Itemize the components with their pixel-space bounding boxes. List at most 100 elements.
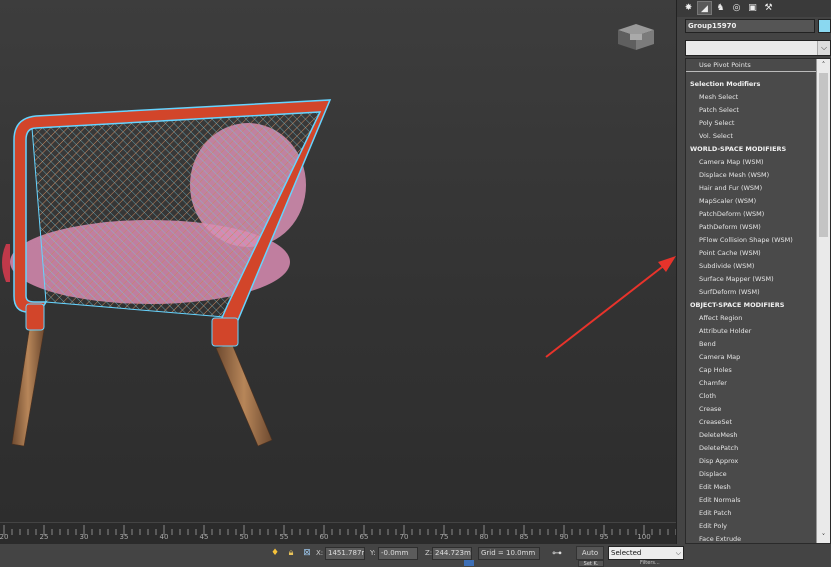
modifier-list-item[interactable]: Chamfer	[686, 377, 817, 390]
leg-joint-left	[25, 303, 45, 331]
modifier-list-item[interactable]: Attribute Holder	[686, 325, 817, 338]
side-cushion-edge	[2, 244, 10, 282]
modifier-list-item[interactable]: Face Extrude	[686, 533, 817, 543]
modifier-category-header: Selection Modifiers	[690, 80, 761, 88]
timeline-tick-label: 75	[439, 533, 449, 541]
modifier-list-item[interactable]: PathDeform (WSM)	[686, 221, 817, 234]
timeline-tick-label: 70	[399, 533, 409, 541]
modifier-list-item[interactable]: Affect Region	[686, 312, 817, 325]
chevron-down-icon[interactable]: ⌵	[817, 41, 830, 55]
modifier-list-item[interactable]: SurfDeform (WSM)	[686, 286, 817, 299]
modifier-list-item[interactable]: Edit Normals	[686, 494, 817, 507]
tab-motion[interactable]: ◎	[729, 1, 744, 15]
timeline-tick-label: 85	[519, 533, 529, 541]
timeline-ticks	[3, 525, 676, 535]
modifier-list-item[interactable]: Displace Mesh (WSM)	[686, 169, 817, 182]
timeline-track-bar[interactable]: 20 25 30 35 40 45 50 55 60 65 70 75 80 85 90 95 100	[0, 522, 676, 544]
modifier-category-header: WORLD-SPACE MODIFIERS	[690, 145, 787, 153]
tab-hierarchy[interactable]: ♞	[713, 1, 728, 15]
front-left-leg	[11, 324, 45, 447]
z-coordinate-field[interactable]: 244.723mm	[432, 547, 472, 560]
absolute-mode-icon[interactable]: ⊠	[302, 548, 312, 559]
set-key-button[interactable]: Set K.	[578, 560, 604, 567]
modifier-list-item[interactable]: Surface Mapper (WSM)	[686, 273, 817, 286]
auto-key-button[interactable]: Auto	[576, 546, 604, 560]
timeline-tick-label: 90	[559, 533, 569, 541]
modifier-list-scrollbar[interactable]: ˄ ˅	[816, 59, 830, 543]
annotation-arrow	[545, 263, 667, 358]
timeline-tick-label: 40	[159, 533, 169, 541]
scrollbar-thumb[interactable]	[819, 73, 828, 237]
command-panel-tabs: ✸ ◢ ♞ ◎ ▣ ⚒	[677, 0, 831, 17]
modifier-list-item[interactable]: CreaseSet	[686, 416, 817, 429]
selection-filter-value: Selected	[611, 549, 642, 557]
isolate-selection-icon[interactable]: ♦	[270, 548, 280, 559]
y-label: Y:	[370, 549, 376, 557]
x-coordinate-field[interactable]: 1451.787m	[325, 547, 365, 560]
modifier-list[interactable]: Use Pivot Points Selection Modifiers Mesh…	[685, 58, 831, 544]
scroll-up-icon[interactable]: ˄	[817, 59, 830, 71]
object-name-field[interactable]: Group15970	[685, 19, 815, 33]
y-coordinate-field[interactable]: -0.0mm	[378, 547, 418, 560]
modifier-list-item[interactable]: Camera Map	[686, 351, 817, 364]
timeline-tick-label: 55	[279, 533, 289, 541]
modifier-list-item[interactable]: Edit Poly	[686, 520, 817, 533]
modifier-list-item[interactable]: Hair and Fur (WSM)	[686, 182, 817, 195]
chevron-down-icon: ⌵	[675, 549, 681, 557]
lock-icon[interactable]: 🔒︎	[286, 548, 296, 559]
status-bar: ♦ 🔒︎ ⊠ X: 1451.787m Y: -0.0mm Z: 244.723…	[0, 544, 831, 567]
time-config-icon[interactable]	[464, 560, 474, 566]
modifier-list-item[interactable]: Edit Patch	[686, 507, 817, 520]
modifier-list-item[interactable]: PFlow Collision Shape (WSM)	[686, 234, 817, 247]
tab-display[interactable]: ▣	[745, 1, 760, 15]
timeline-tick-label: 35	[119, 533, 129, 541]
use-pivot-points-item[interactable]: Use Pivot Points	[686, 59, 817, 72]
timeline-tick-label: 20	[0, 533, 9, 541]
grid-size-display: Grid = 10.0mm	[478, 547, 540, 560]
selection-filter-dropdown[interactable]: Selected ⌵	[608, 546, 684, 560]
modifier-list-item[interactable]: Subdivide (WSM)	[686, 260, 817, 273]
modifier-list-item[interactable]: Crease	[686, 403, 817, 416]
timeline-tick-label: 80	[479, 533, 489, 541]
modifier-list-item[interactable]: Vol. Select	[686, 130, 817, 143]
tab-utilities[interactable]: ⚒	[761, 1, 776, 15]
leg-joint-right	[211, 317, 239, 347]
modifier-list-item[interactable]: Edit Mesh	[686, 481, 817, 494]
x-label: X:	[316, 549, 324, 557]
timeline-tick-label: 100	[637, 533, 651, 541]
timeline-tick-label: 50	[239, 533, 249, 541]
timeline-tick-label: 45	[199, 533, 209, 541]
modifier-list-dropdown[interactable]: ⌵	[685, 40, 831, 56]
modifier-list-item[interactable]: Camera Map (WSM)	[686, 156, 817, 169]
modifier-list-item[interactable]: PatchDeform (WSM)	[686, 208, 817, 221]
modifier-list-item[interactable]: Point Cache (WSM)	[686, 247, 817, 260]
modifier-list-item[interactable]: Displace	[686, 468, 817, 481]
command-panel: ✸ ◢ ♞ ◎ ▣ ⚒ Group15970 ⌵ Use Pivot Points Sel…	[676, 0, 831, 544]
key-filters-button[interactable]: Filters...	[640, 560, 660, 566]
modifier-list-item[interactable]: DeleteMesh	[686, 429, 817, 442]
modifier-list-item[interactable]: DeletePatch	[686, 442, 817, 455]
timeline-tick-label: 30	[79, 533, 89, 541]
modifier-list-item[interactable]: Poly Select	[686, 117, 817, 130]
modifier-list-item[interactable]: Disp Approx	[686, 455, 817, 468]
timeline-tick-label: 95	[599, 533, 609, 541]
perspective-viewport[interactable]	[0, 0, 676, 522]
object-color-swatch[interactable]	[818, 19, 831, 33]
front-right-leg	[215, 343, 273, 447]
modifier-list-item[interactable]: MapScaler (WSM)	[686, 195, 817, 208]
tab-create[interactable]: ✸	[681, 1, 696, 15]
key-icon[interactable]: ⊶	[552, 548, 562, 559]
chair-model[interactable]	[0, 0, 676, 522]
scroll-down-icon[interactable]: ˅	[817, 531, 830, 543]
modifier-list-item[interactable]: Cloth	[686, 390, 817, 403]
timeline-tick-label: 60	[319, 533, 329, 541]
modifier-list-item[interactable]: Mesh Select	[686, 91, 817, 104]
tab-modify[interactable]: ◢	[697, 1, 712, 15]
modifier-list-item[interactable]: Bend	[686, 338, 817, 351]
viewcube[interactable]	[614, 22, 658, 52]
modifier-list-item[interactable]: Cap Holes	[686, 364, 817, 377]
annotation-arrowhead	[658, 256, 676, 272]
modifier-list-item[interactable]: Patch Select	[686, 104, 817, 117]
modifier-category-header: OBJECT-SPACE MODIFIERS	[690, 301, 785, 309]
timeline-tick-label: 25	[39, 533, 49, 541]
